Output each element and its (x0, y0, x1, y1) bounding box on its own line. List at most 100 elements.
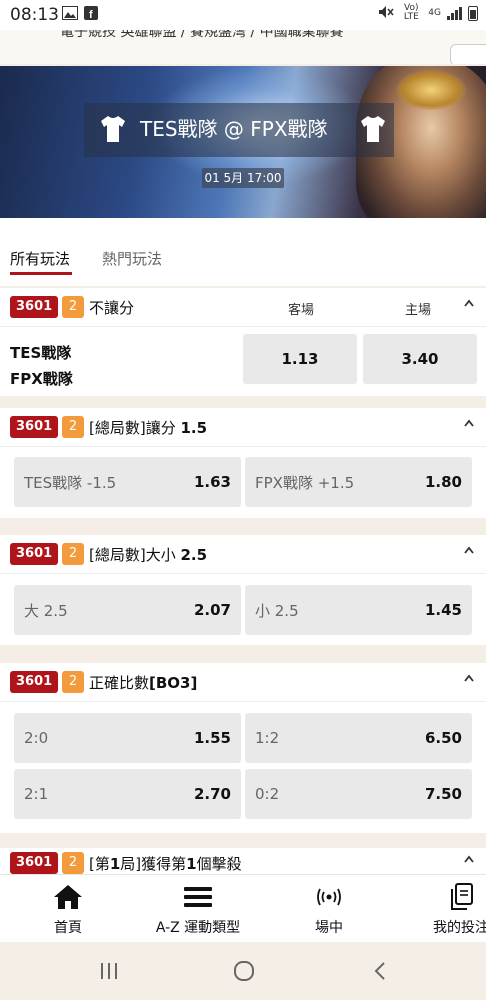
selection-label: 0:2 (255, 785, 280, 803)
odds-button-home[interactable]: 3.40 (363, 334, 477, 384)
back-icon[interactable] (365, 958, 395, 984)
odds-button[interactable]: 1:2 6.50 (245, 713, 472, 763)
odds-button[interactable]: 0:2 7.50 (245, 769, 472, 819)
signal-icon (447, 6, 462, 20)
odds-value: 2.07 (193, 601, 231, 619)
tab-popular-markets[interactable]: 熱門玩法 (102, 248, 162, 269)
match-title: TES戰隊 @ FPX戰隊 (140, 117, 328, 141)
system-navigation-bar (0, 942, 486, 1000)
odds-button[interactable]: FPX戰隊 +1.5 1.80 (245, 457, 472, 507)
market-count-badge: 2 (62, 296, 84, 318)
odds-button[interactable]: TES戰隊 -1.5 1.63 (14, 457, 241, 507)
market-title: [總局數]讓分 1.5 (89, 419, 208, 437)
nav-sports-az[interactable]: A-Z 運動類型 (143, 875, 253, 943)
collapse-chevron-icon[interactable] (462, 296, 476, 312)
odds-button-away[interactable]: 1.13 (243, 334, 357, 384)
market-header[interactable]: 3601 2 正確比數[BO3] (0, 663, 486, 702)
column-away: 客場 (288, 303, 315, 318)
nav-home[interactable]: 首頁 (13, 875, 123, 943)
market-moneyline: 3601 2 不讓分 客場 主場 TES戰隊 FPX戰隊 1.13 3.40 (0, 288, 486, 396)
odds-value: 7.50 (424, 785, 462, 803)
market-count-badge: 2 (62, 543, 84, 565)
odds-value: 1.63 (193, 473, 231, 491)
market-count-badge: 2 (62, 671, 84, 693)
collapse-chevron-icon[interactable] (462, 543, 476, 559)
home-icon (13, 883, 123, 911)
selection-label: 小 2.5 (255, 601, 299, 620)
mute-icon (378, 5, 394, 22)
market-title: 正確比數[BO3] (89, 674, 198, 692)
market-id-badge: 3601 (10, 852, 59, 874)
svg-text:f: f (89, 9, 93, 20)
live-icon (274, 883, 384, 911)
tab-all-markets[interactable]: 所有玩法 (10, 248, 70, 269)
hero-artwork-crown (396, 70, 466, 110)
status-indicators: Vo) LTE 4G (378, 4, 478, 22)
nav-sports-az-label: A-Z 運動類型 (155, 920, 241, 936)
collapse-chevron-icon[interactable] (462, 671, 476, 687)
market-correct-score: 3601 2 正確比數[BO3] 2:0 1.55 1:2 6.50 2:1 2… (0, 663, 486, 833)
odds-value: 1.55 (193, 729, 231, 747)
market-title: 不讓分 (89, 299, 135, 317)
match-teams: TES戰隊 FPX戰隊 (10, 340, 73, 392)
status-bar: 08:13 f Vo) LTE 4G (0, 0, 486, 30)
selection-label: 2:0 (24, 729, 49, 747)
facebook-icon: f (84, 6, 98, 24)
collapse-chevron-icon[interactable] (462, 416, 476, 432)
market-header[interactable]: 3601 2 [總局數]讓分 1.5 (0, 408, 486, 447)
selection-label: 大 2.5 (24, 601, 68, 620)
odds-value: 1.80 (424, 473, 462, 491)
gallery-icon (62, 6, 78, 24)
odds-button[interactable]: 2:1 2.70 (14, 769, 241, 819)
breadcrumb: 電子競技 英雄聯盟 / 賽規盤灣 / 中國職業聯賽 (0, 30, 486, 64)
odds-button[interactable]: 大 2.5 2.07 (14, 585, 241, 635)
market-header[interactable]: 3601 2 不讓分 客場 主場 (0, 288, 486, 327)
market-count-badge: 2 (62, 852, 84, 874)
market-id-badge: 3601 (10, 416, 59, 438)
market-id-badge: 3601 (10, 296, 59, 318)
market-map-total: 3601 2 [總局數]大小 2.5 大 2.5 2.07 小 2.5 1.45 (0, 535, 486, 645)
battery-icon (468, 5, 478, 21)
column-home: 主場 (405, 303, 432, 318)
odds-value: 1.13 (281, 350, 319, 368)
active-tab-indicator (10, 272, 72, 275)
market-title: [總局數]大小 2.5 (89, 546, 208, 564)
match-datetime: 01 5月 17:00 (202, 168, 284, 188)
status-time: 08:13 (10, 5, 59, 25)
selection-label: 2:1 (24, 785, 49, 803)
nav-live-label: 場中 (315, 920, 343, 936)
odds-value: 1.45 (424, 601, 462, 619)
volte-label: Vo) LTE (403, 3, 419, 22)
selection-label: TES戰隊 -1.5 (24, 473, 117, 492)
market-map-handicap: 3601 2 [總局數]讓分 1.5 TES戰隊 -1.5 1.63 FPX戰隊… (0, 408, 486, 518)
nav-my-bets[interactable]: 我的投注 (406, 875, 486, 943)
selection-label: 1:2 (255, 729, 280, 747)
home-jersey-icon (101, 116, 125, 142)
nav-home-label: 首頁 (54, 920, 82, 936)
breadcrumb-action[interactable] (450, 44, 486, 64)
menu-icon (143, 883, 253, 911)
network-4g-label: 4G (428, 7, 441, 18)
market-title: [第1局]獲得第1個擊殺 (89, 855, 242, 873)
market-id-badge: 3601 (10, 543, 59, 565)
bets-icon (406, 883, 486, 911)
market-header[interactable]: 3601 2 [第1局]獲得第1個擊殺 (0, 848, 486, 874)
recent-apps-icon[interactable] (94, 958, 124, 984)
selection-label: FPX戰隊 +1.5 (255, 473, 355, 492)
market-tabs: 所有玩法 熱門玩法 (0, 218, 486, 286)
away-jersey-icon (361, 116, 385, 142)
market-header[interactable]: 3601 2 [總局數]大小 2.5 (0, 535, 486, 574)
market-id-badge: 3601 (10, 671, 59, 693)
odds-button[interactable]: 小 2.5 1.45 (245, 585, 472, 635)
nav-live[interactable]: 場中 (274, 875, 384, 943)
market-first-blood: 3601 2 [第1局]獲得第1個擊殺 (0, 848, 486, 874)
nav-my-bets-label: 我的投注 (433, 920, 486, 936)
home-button-icon[interactable] (229, 958, 259, 984)
collapse-chevron-icon[interactable] (462, 852, 476, 868)
odds-value: 3.40 (401, 350, 439, 368)
odds-value: 2.70 (193, 785, 231, 803)
team-2-name: FPX戰隊 (10, 370, 73, 388)
odds-button[interactable]: 2:0 1.55 (14, 713, 241, 763)
breadcrumb-text[interactable]: 電子競技 英雄聯盟 / 賽規盤灣 / 中國職業聯賽 (60, 30, 344, 41)
bottom-navigation: 首頁 A-Z 運動類型 場中 我的投注 (0, 874, 486, 943)
